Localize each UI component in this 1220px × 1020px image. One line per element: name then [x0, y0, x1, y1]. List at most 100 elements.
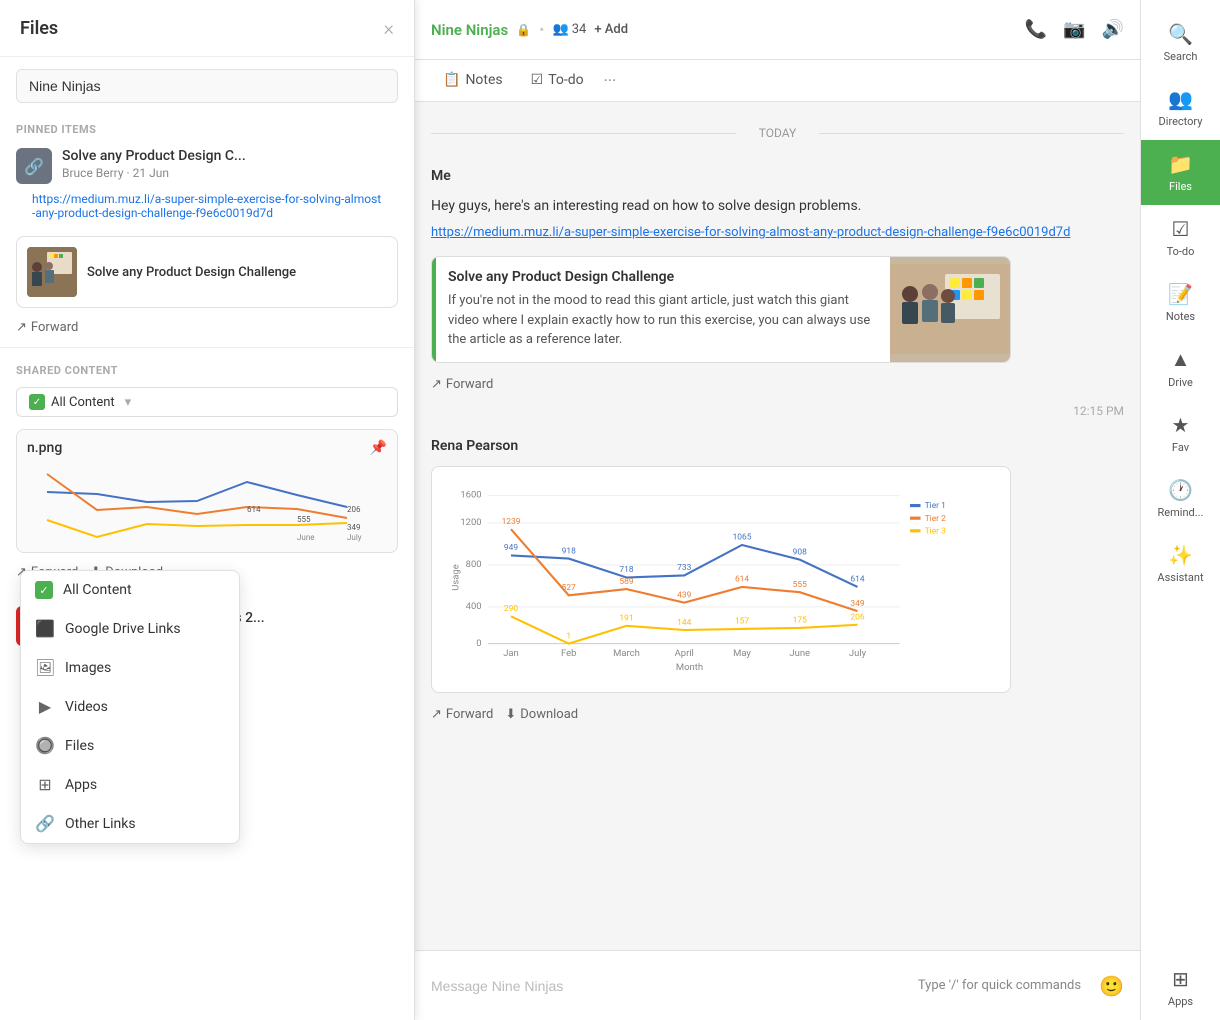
svg-text:614: 614: [735, 574, 749, 584]
forward-icon: ↗: [431, 377, 442, 392]
sidebar-item-label: Apps: [1168, 995, 1193, 1008]
shared-content-header: SHARED CONTENT: [0, 356, 414, 381]
dropdown-item-label: All Content: [63, 582, 132, 598]
shared-file-item: n.png 📌 614 555 349 206 June July: [16, 429, 398, 553]
svg-text:1239: 1239: [502, 516, 521, 526]
sidebar-item-search[interactable]: 🔍 Search: [1141, 10, 1220, 75]
sidebar-item-label: Fav: [1172, 441, 1189, 454]
svg-text:Feb: Feb: [561, 648, 576, 659]
sidebar-item-notes[interactable]: 📝 Notes: [1141, 270, 1220, 335]
link-preview-card: Solve any Product Design Challenge If yo…: [431, 256, 1011, 363]
notes-tab-icon: 📋: [443, 72, 460, 88]
filter-label: All Content: [51, 395, 115, 410]
tab-notes[interactable]: 📋 Notes: [431, 64, 515, 98]
message-actions-me: ↗ Forward: [431, 377, 1124, 392]
other-links-icon: 🔗: [35, 814, 55, 833]
todo-icon: ☑: [1172, 217, 1190, 241]
sidebar-item-apps[interactable]: ⊞ Apps: [1141, 955, 1220, 1020]
files-close-button[interactable]: ×: [384, 16, 394, 40]
sidebar-item-remind[interactable]: 🕐 Remind...: [1141, 466, 1220, 531]
svg-text:349: 349: [347, 523, 361, 532]
pinned-card[interactable]: Solve any Product Design Challenge: [16, 236, 398, 308]
chat-header-left: Nine Ninjas 🔒 • 👥 34 + Add: [431, 20, 628, 39]
more-tabs-button[interactable]: ···: [604, 71, 617, 90]
directory-icon: 👥: [1168, 87, 1193, 111]
files-panel: Files × PINNED ITEMS 🔗 Solve any Product…: [0, 0, 415, 1020]
svg-text:555: 555: [297, 515, 311, 524]
sidebar-item-todo[interactable]: ☑ To-do: [1141, 205, 1220, 270]
preview-image: [890, 257, 1010, 362]
forward-icon-rena: ↗: [431, 707, 442, 722]
filter-check-icon: ✓: [29, 394, 45, 410]
forward-button-me[interactable]: ↗ Forward: [431, 377, 493, 392]
preview-desc: If you're not in the mood to read this g…: [448, 291, 878, 350]
dropdown-item-all-content[interactable]: ✓ All Content: [21, 571, 239, 609]
svg-text:527: 527: [562, 583, 576, 593]
pinned-card-image: [27, 247, 77, 297]
todo-tab-label: To-do: [548, 72, 583, 88]
audio-icon[interactable]: 🔊: [1102, 19, 1124, 40]
search-icon: 🔍: [1168, 22, 1193, 46]
video-call-icon[interactable]: 📷: [1063, 19, 1085, 40]
shared-section-label: SHARED CONTENT: [16, 364, 118, 377]
remind-icon: 🕐: [1168, 478, 1193, 502]
emoji-button[interactable]: 🙂: [1099, 974, 1124, 998]
message-actions-rena: ↗ Forward ⬇ Download: [431, 707, 1124, 722]
svg-text:555: 555: [793, 579, 807, 589]
dropdown-item-label: Google Drive Links: [65, 621, 181, 637]
sidebar-item-files[interactable]: 📁 Files: [1141, 140, 1220, 205]
add-member-button[interactable]: + Add: [594, 22, 628, 37]
dropdown-item-label: Videos: [65, 699, 108, 715]
sidebar-item-label: Search: [1164, 50, 1198, 63]
pin-icon: 📌: [370, 440, 387, 456]
dropdown-item-videos[interactable]: ▶ Videos: [21, 687, 239, 726]
sidebar-item-label: Drive: [1168, 376, 1193, 389]
preview-body: Solve any Product Design Challenge If yo…: [436, 257, 890, 362]
files-title: Files: [20, 18, 58, 39]
dropdown-item-label: Other Links: [65, 816, 136, 832]
dropdown-item-label: Apps: [65, 777, 97, 793]
dropdown-item-drive-links[interactable]: ⬛ Google Drive Links: [21, 609, 239, 648]
pinned-item-link-url[interactable]: https://medium.muz.li/a-super-simple-exe…: [16, 192, 398, 220]
dropdown-item-label: Images: [65, 660, 111, 676]
sidebar-item-drive[interactable]: ▲ Drive: [1141, 335, 1220, 401]
chart-container: 1600 1200 800 400 0 Usage: [431, 466, 1011, 693]
sidebar-item-fav[interactable]: ★ Fav: [1141, 401, 1220, 466]
sidebar-item-label: Files: [1169, 180, 1192, 193]
files-search-input[interactable]: [16, 69, 398, 103]
sidebar-item-directory[interactable]: 👥 Directory: [1141, 75, 1220, 140]
message-input[interactable]: [431, 978, 908, 994]
members-count: 34: [572, 22, 587, 37]
voice-call-icon[interactable]: 📞: [1025, 19, 1047, 40]
forward-icon-pinned: ↗: [16, 320, 27, 335]
message-link[interactable]: https://medium.muz.li/a-super-simple-exe…: [431, 225, 1124, 240]
filter-button[interactable]: ✓ All Content ▾: [16, 387, 398, 417]
svg-text:March: March: [613, 648, 640, 659]
shared-file-chart: 614 555 349 206 June July: [27, 462, 387, 542]
sidebar-item-label: Remind...: [1158, 506, 1204, 519]
message-group-rena: Rena Pearson 1600 1200 800 400 0 Usage: [431, 438, 1124, 722]
dropdown-item-apps[interactable]: ⊞ Apps: [21, 765, 239, 804]
forward-button-pinned[interactable]: ↗ Forward: [0, 316, 414, 339]
forward-button-rena[interactable]: ↗ Forward: [431, 707, 493, 722]
dropdown-item-files[interactable]: 🔘 Files: [21, 726, 239, 765]
svg-text:949: 949: [504, 543, 518, 553]
sidebar-item-assistant[interactable]: ✨ Assistant: [1141, 531, 1220, 596]
tab-todo[interactable]: ☑ To-do: [519, 64, 596, 98]
svg-text:206: 206: [347, 505, 361, 514]
svg-text:Jan: Jan: [503, 648, 519, 659]
sidebar-item-label: To-do: [1167, 245, 1195, 258]
usage-chart: 1600 1200 800 400 0 Usage: [448, 483, 994, 672]
fav-icon: ★: [1172, 413, 1190, 437]
dropdown-item-images[interactable]: 🖼 Images: [21, 648, 239, 687]
svg-text:1200: 1200: [460, 517, 481, 528]
svg-text:918: 918: [562, 546, 576, 556]
chevron-down-icon: ▾: [125, 395, 132, 410]
svg-text:May: May: [733, 648, 751, 659]
sidebar-item-label: Assistant: [1157, 571, 1203, 584]
chat-header: Nine Ninjas 🔒 • 👥 34 + Add 📞 📷 🔊: [415, 0, 1140, 60]
dropdown-item-other-links[interactable]: 🔗 Other Links: [21, 804, 239, 843]
svg-text:July: July: [849, 648, 867, 659]
svg-text:1065: 1065: [733, 532, 752, 542]
download-button-rena[interactable]: ⬇ Download: [505, 707, 578, 722]
